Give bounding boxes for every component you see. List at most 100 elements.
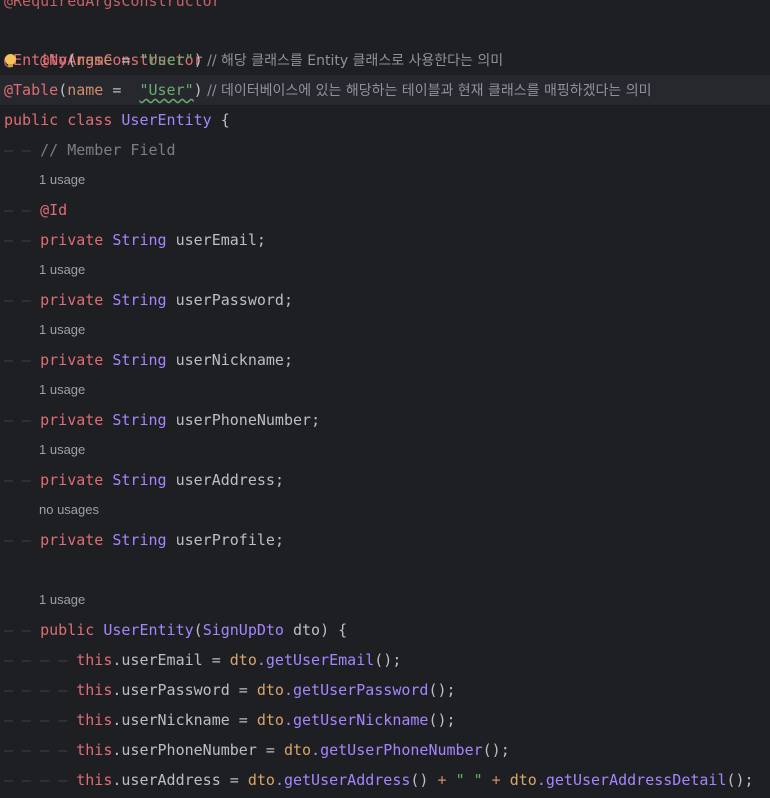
semicolon: ; — [274, 471, 284, 489]
semicolon: ; — [283, 351, 293, 369]
string-literal: "User" — [139, 51, 194, 69]
usage-hint[interactable]: 1 usage — [0, 255, 770, 285]
code-line-assign[interactable]: — — — — this.userEmail = dto.getUserEmai… — [0, 645, 770, 675]
brace: { — [211, 111, 230, 129]
indent-guide: — — — [4, 231, 41, 249]
paren: ) — [193, 51, 203, 69]
operator: + — [437, 771, 447, 789]
usage-hint[interactable]: no usages — [0, 495, 770, 525]
keyword: public — [40, 621, 95, 639]
field-ref: .userPhoneNumber — [112, 741, 257, 759]
method-call: .getUserPassword — [283, 681, 429, 699]
comment: // Member Field — [40, 141, 176, 159]
code-line-assign[interactable]: — — — — this.userPassword = dto.getUserP… — [0, 675, 770, 705]
param-ref: dto — [283, 741, 312, 759]
equals: = — [256, 741, 284, 759]
code-line-field[interactable]: — — private String userAddress; — [0, 465, 770, 495]
call-tail: (); — [726, 771, 754, 789]
indent-guide: — — — [4, 201, 41, 219]
string-literal: "User" — [139, 81, 194, 99]
this-keyword: this — [76, 741, 113, 759]
param-name: dto — [293, 621, 321, 639]
code-line-comment[interactable]: — — // Member Field — [0, 135, 770, 165]
attr-key: name — [67, 81, 104, 99]
equals: = — [202, 651, 230, 669]
code-line-id[interactable]: — — @Id — [0, 195, 770, 225]
indent-guide: — — — [4, 621, 41, 639]
annotation: @ — [4, 51, 13, 69]
equals: = — [229, 681, 257, 699]
keyword: private — [40, 471, 104, 489]
field-name: userEmail — [175, 231, 257, 249]
code-line-class-decl[interactable]: public class UserEntity { — [0, 105, 770, 135]
semicolon: ; — [311, 411, 321, 429]
param-ref: dto — [247, 771, 275, 789]
code-line-field[interactable]: — — private String userNickname; — [0, 345, 770, 375]
equals: = — [220, 771, 248, 789]
usage-hint[interactable]: 1 usage — [0, 315, 770, 345]
code-line-field[interactable]: — — private String userProfile; — [0, 525, 770, 555]
comment: // 해당 클래스를 Entity 클래스로 사용한다는 의미 — [202, 53, 504, 69]
field-ref: .userEmail — [112, 651, 203, 669]
cut-off-annotation: @RequiredArgsConstructor — [4, 0, 221, 10]
equals: = — [112, 51, 140, 69]
indent-guide: — — — — — [4, 741, 77, 759]
attr-key: name — [76, 51, 113, 69]
equals: = — [103, 81, 140, 99]
annotation-id: @Id — [40, 201, 68, 219]
code-line-assign[interactable]: — — — — this.userNickname = dto.getUserN… — [0, 705, 770, 735]
call-tail: (); — [428, 681, 456, 699]
type: String — [112, 351, 167, 369]
keyword: private — [40, 351, 104, 369]
class-name: UserEntity — [121, 111, 212, 129]
code-line-noargs[interactable]: @NoArgsConstructor — [0, 15, 770, 69]
type: String — [112, 531, 167, 549]
indent-guide: — — — — — [4, 651, 77, 669]
method-call: .getUserNickname — [283, 711, 429, 729]
usage-hint[interactable]: 1 usage — [0, 585, 770, 615]
method-call: .getUserAddressDetail — [536, 771, 727, 789]
paren: ( — [193, 621, 203, 639]
code-line-assign[interactable]: — — — — this.userPhoneNumber = dto.getUs… — [0, 735, 770, 765]
call-parens: () — [410, 771, 438, 789]
field-ref: .userNickname — [112, 711, 230, 729]
code-line-field[interactable]: — — private String userPhoneNumber; — [0, 405, 770, 435]
this-keyword: this — [76, 771, 113, 789]
keyword: public — [4, 111, 59, 129]
type: String — [112, 291, 167, 309]
code-line-field[interactable]: — — private String userEmail; — [0, 225, 770, 255]
paren: ) — [320, 621, 330, 639]
indent-guide: — — — — — [4, 771, 77, 789]
usage-hint[interactable]: 1 usage — [0, 165, 770, 195]
field-name: userPassword — [175, 291, 284, 309]
usage-hint[interactable]: 1 usage — [0, 375, 770, 405]
code-line-assign[interactable]: — — — — this.userAddress = dto.getUserAd… — [0, 765, 770, 795]
field-name: userNickname — [175, 351, 284, 369]
field-name: userPhoneNumber — [175, 411, 312, 429]
this-keyword: this — [76, 681, 113, 699]
field-name: userProfile — [175, 531, 275, 549]
type: String — [112, 471, 167, 489]
semicolon: ; — [256, 231, 266, 249]
param-ref: dto — [256, 681, 284, 699]
code-editor[interactable]: @RequiredArgsConstructor @NoArgsConstruc… — [0, 0, 770, 798]
code-line-table[interactable]: @Table(name = "User") // 데이터베이스에 있는 해당하는… — [0, 75, 770, 105]
param-type: SignUpDto — [202, 621, 284, 639]
paren: ( — [58, 81, 68, 99]
paren: ( — [67, 51, 77, 69]
code-line-entity[interactable]: @@Entity(name = "User") // 해당 클래스를 Entit… — [0, 45, 770, 75]
code-line-constructor[interactable]: — — public UserEntity(SignUpDto dto) { — [0, 615, 770, 645]
comment: // 데이터베이스에 있는 해당하는 테이블과 현재 클래스를 매핑하겠다는 의… — [202, 83, 652, 99]
usage-hint[interactable]: 1 usage — [0, 435, 770, 465]
code-line-field[interactable]: — — private String userPassword; — [0, 285, 770, 315]
keyword: private — [40, 531, 104, 549]
call-tail: (); — [428, 711, 456, 729]
keyword: private — [40, 411, 104, 429]
constructor-name: UserEntity — [103, 621, 194, 639]
call-tail: (); — [482, 741, 510, 759]
field-ref: .userPassword — [112, 681, 230, 699]
keyword: private — [40, 291, 104, 309]
semicolon: ; — [283, 291, 293, 309]
keyword: private — [40, 231, 104, 249]
